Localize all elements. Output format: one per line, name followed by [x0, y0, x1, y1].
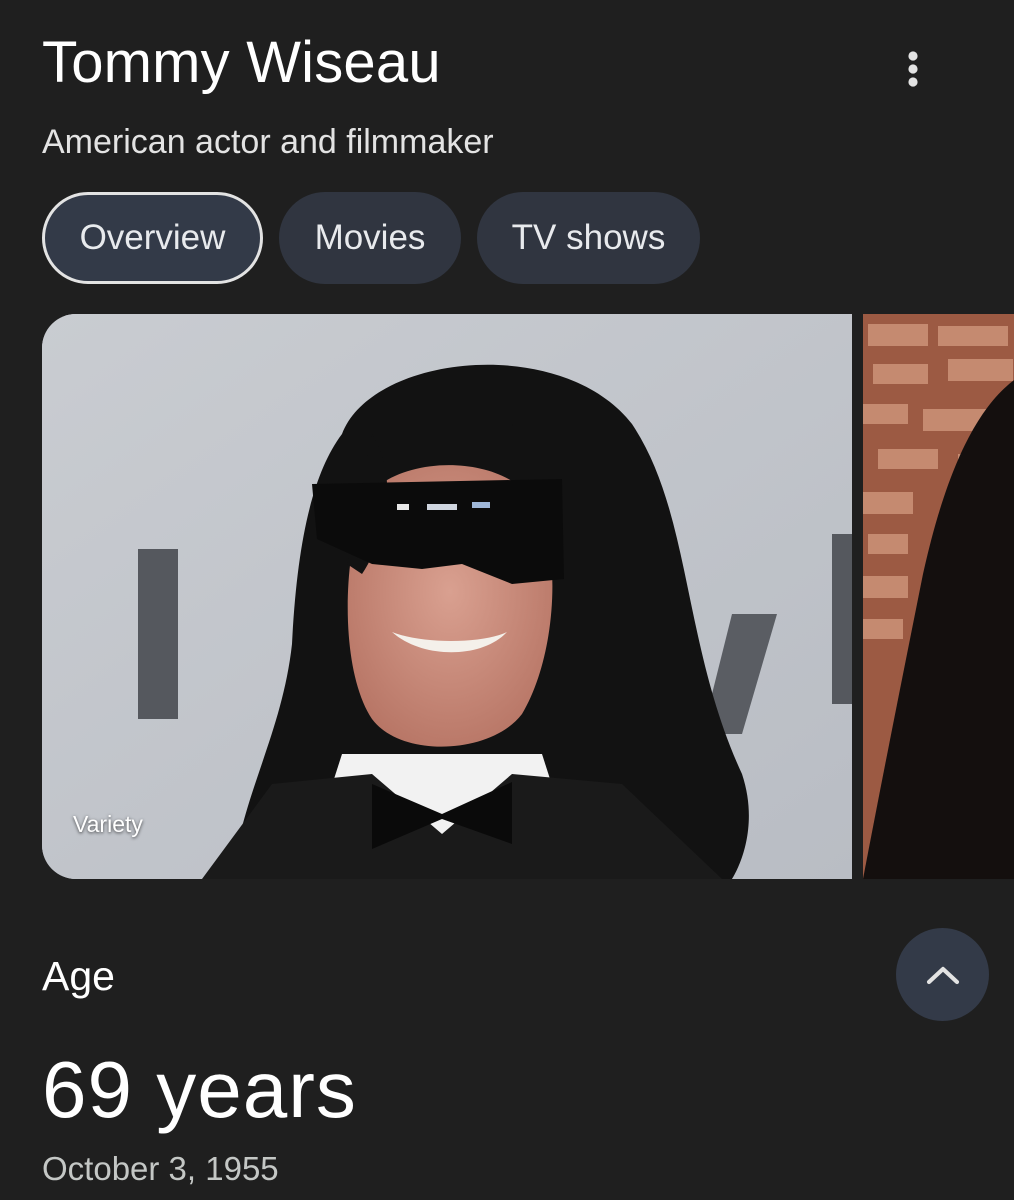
portrait-image: [42, 314, 852, 879]
photo-source-caption: Variety: [73, 811, 143, 837]
person-photo-secondary[interactable]: [863, 314, 1014, 879]
tab-bar: Overview Movies TV shows: [42, 192, 700, 284]
image-carousel[interactable]: Variety: [42, 314, 1014, 879]
tab-tv-shows[interactable]: TV shows: [477, 192, 700, 284]
tab-movies[interactable]: Movies: [279, 192, 461, 284]
chevron-up-icon: [926, 966, 959, 984]
age-label: Age: [42, 953, 115, 999]
more-vert-icon: [908, 51, 918, 87]
more-options-button[interactable]: [884, 40, 942, 98]
secondary-image: [863, 314, 1014, 879]
age-value: 69 years: [42, 1045, 357, 1134]
collapse-button[interactable]: [896, 928, 989, 1021]
page-title: Tommy Wiseau: [42, 30, 441, 95]
entity-description: American actor and filmmaker: [42, 123, 494, 161]
birth-date: October 3, 1955: [42, 1150, 279, 1187]
knowledge-panel: Tommy Wiseau American actor and filmmake…: [0, 0, 1014, 1200]
tab-overview[interactable]: Overview: [42, 192, 263, 284]
person-photo-main[interactable]: Variety: [42, 314, 852, 879]
